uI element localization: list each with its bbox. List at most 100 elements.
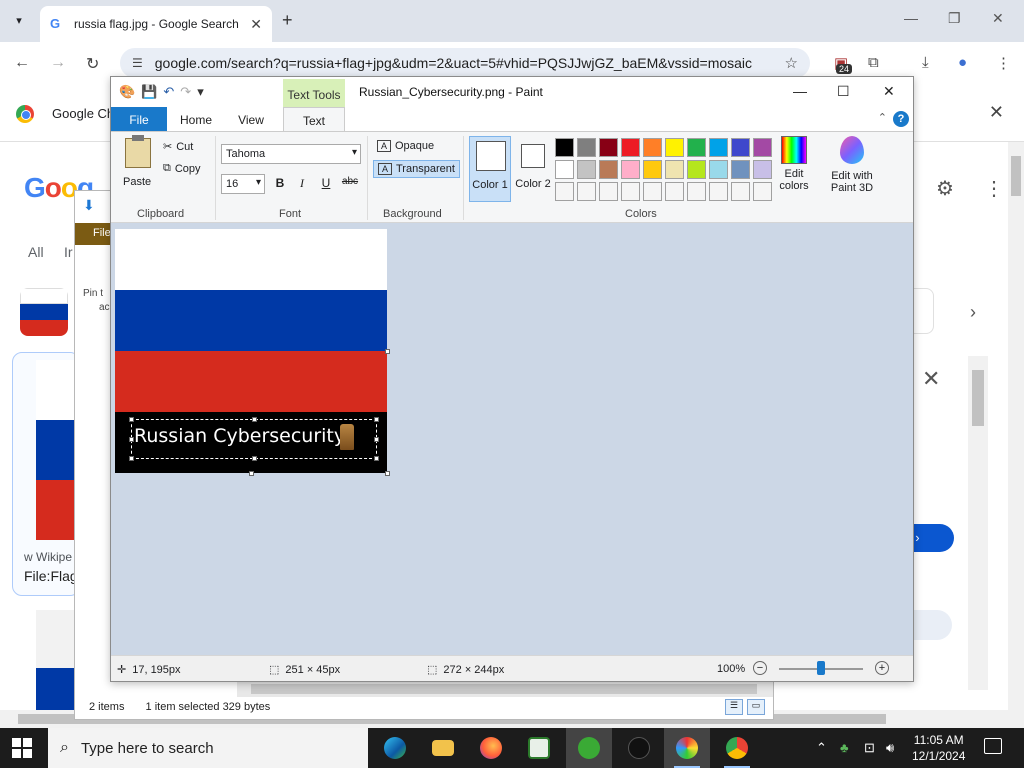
flag-thumbnail[interactable] [36, 360, 76, 540]
paint-app-icon[interactable]: 🎨 [119, 84, 135, 100]
paste-icon[interactable] [125, 135, 151, 168]
canvas-resize-handle[interactable] [249, 471, 254, 476]
help-icon[interactable]: ? [893, 111, 909, 127]
palette-swatch[interactable] [555, 182, 574, 201]
canvas-resize-handle[interactable] [385, 471, 390, 476]
zoom-slider-thumb[interactable] [817, 661, 825, 675]
redo-icon[interactable]: ↷ [180, 84, 191, 100]
taskbar-search[interactable]: ⌕ Type here to search [48, 728, 368, 768]
palette-swatch[interactable] [643, 138, 662, 157]
palette-swatch[interactable] [687, 160, 706, 179]
show-hidden-icons[interactable]: ⌃ [816, 740, 827, 756]
tab-text[interactable]: Text [283, 107, 345, 131]
palette-swatch[interactable] [599, 138, 618, 157]
palette-swatch[interactable] [577, 138, 596, 157]
palette-swatch[interactable] [753, 182, 772, 201]
more-menu-icon[interactable]: ⋮ [996, 54, 1011, 72]
zoom-in-button[interactable]: + [875, 661, 889, 675]
paint-close-icon[interactable]: ✕ [883, 83, 895, 100]
collapse-ribbon-icon[interactable]: ⌃ [878, 111, 887, 124]
palette-swatch[interactable] [643, 160, 662, 179]
resize-handle[interactable] [374, 417, 379, 422]
explorer-file-tab[interactable]: File [75, 223, 111, 245]
forward-icon[interactable]: → [50, 54, 66, 72]
cut-button[interactable]: ✂ Cut [163, 140, 193, 154]
quick-access-download-icon[interactable]: ⬇ [83, 197, 95, 214]
palette-swatch[interactable] [709, 160, 728, 179]
new-tab-button[interactable]: + [282, 10, 293, 31]
tray-app-icon[interactable]: ♣ [840, 740, 849, 755]
extensions-puzzle-icon[interactable]: ⧉ [868, 54, 879, 71]
bookmark-star-icon[interactable]: ☆ [785, 54, 798, 72]
system-clock[interactable]: 11:05 AM 12/1/2024 [912, 732, 965, 764]
large-icons-view-icon[interactable]: ▭ [747, 699, 765, 715]
network-icon[interactable]: ⊡ [864, 740, 875, 756]
underline-button[interactable]: U [317, 176, 335, 192]
palette-swatch[interactable] [665, 138, 684, 157]
palette-swatch[interactable] [599, 182, 618, 201]
site-info-icon[interactable]: ☰ [132, 56, 143, 70]
palette-swatch[interactable] [555, 160, 574, 179]
palette-swatch[interactable] [555, 138, 574, 157]
resize-handle[interactable] [374, 437, 379, 442]
zoom-out-button[interactable]: − [753, 661, 767, 675]
edge-taskbar-icon[interactable] [372, 728, 418, 768]
panel-scrollbar[interactable] [968, 356, 988, 690]
reload-icon[interactable]: ↻ [86, 54, 99, 74]
related-search-thumbnail[interactable] [20, 288, 68, 336]
browser-tab-active[interactable]: G russia flag.jpg - Google Search ✕ [40, 6, 272, 42]
palette-swatch[interactable] [621, 182, 640, 201]
messenger-taskbar-icon[interactable] [566, 728, 612, 768]
close-preview-icon[interactable]: ✕ [922, 366, 940, 392]
infobar-close-icon[interactable]: ✕ [989, 102, 1004, 123]
paint-taskbar-icon[interactable] [664, 728, 710, 768]
palette-swatch[interactable] [687, 182, 706, 201]
tab-view[interactable]: View [229, 107, 273, 131]
tab-search-button[interactable]: ▾ [6, 8, 32, 32]
palette-swatch[interactable] [753, 138, 772, 157]
result-title[interactable]: File:Flag [24, 568, 78, 584]
back-icon[interactable]: ← [14, 54, 30, 72]
customize-qat-icon[interactable]: ▾ [197, 84, 204, 100]
resize-handle[interactable] [252, 417, 257, 422]
canvas-resize-handle[interactable] [385, 349, 390, 354]
resize-handle[interactable] [129, 437, 134, 442]
resize-handle[interactable] [129, 417, 134, 422]
firefox-taskbar-icon[interactable] [468, 728, 514, 768]
paint-maximize-icon[interactable]: ☐ [837, 83, 850, 100]
color1-button[interactable]: Color 1 [469, 136, 511, 202]
close-window-icon[interactable]: ✕ [992, 10, 1004, 27]
search-tab-all[interactable]: All [28, 244, 44, 260]
start-button[interactable] [12, 738, 32, 758]
palette-swatch[interactable] [577, 160, 596, 179]
panel-scroll-thumb[interactable] [972, 370, 984, 426]
explorer-hscrollbar[interactable] [237, 681, 773, 697]
palette-swatch[interactable] [621, 160, 640, 179]
search-tab-images[interactable]: Ir [64, 244, 73, 260]
palette-swatch[interactable] [621, 138, 640, 157]
tab-file[interactable]: File [111, 107, 167, 131]
palette-swatch[interactable] [709, 182, 728, 201]
palette-swatch[interactable] [731, 138, 750, 157]
notification-center-icon[interactable] [984, 738, 1002, 754]
undo-icon[interactable]: ↶ [163, 84, 174, 100]
strikethrough-button[interactable]: abc [339, 176, 361, 192]
resize-handle[interactable] [252, 456, 257, 461]
minimize-icon[interactable]: — [904, 10, 918, 26]
notepad-taskbar-icon[interactable] [516, 728, 562, 768]
palette-swatch[interactable] [709, 138, 728, 157]
save-icon[interactable]: 💾 [141, 84, 157, 100]
resize-handle[interactable] [374, 456, 379, 461]
opaque-button[interactable]: A Opaque [373, 138, 438, 154]
volume-icon[interactable]: 🔊︎ [886, 740, 894, 756]
paste-button[interactable]: Paste [123, 176, 151, 188]
palette-swatch[interactable] [577, 182, 596, 201]
page-scrollbar[interactable] [1008, 142, 1024, 728]
flag-thumbnail-2[interactable] [36, 610, 76, 710]
details-view-icon[interactable]: ☰ [725, 699, 743, 715]
paint-minimize-icon[interactable]: — [793, 83, 807, 99]
palette-swatch[interactable] [665, 182, 684, 201]
font-size-dropdown[interactable]: 16 [221, 174, 265, 194]
chrome-taskbar-icon[interactable] [714, 728, 760, 768]
palette-swatch[interactable] [753, 160, 772, 179]
